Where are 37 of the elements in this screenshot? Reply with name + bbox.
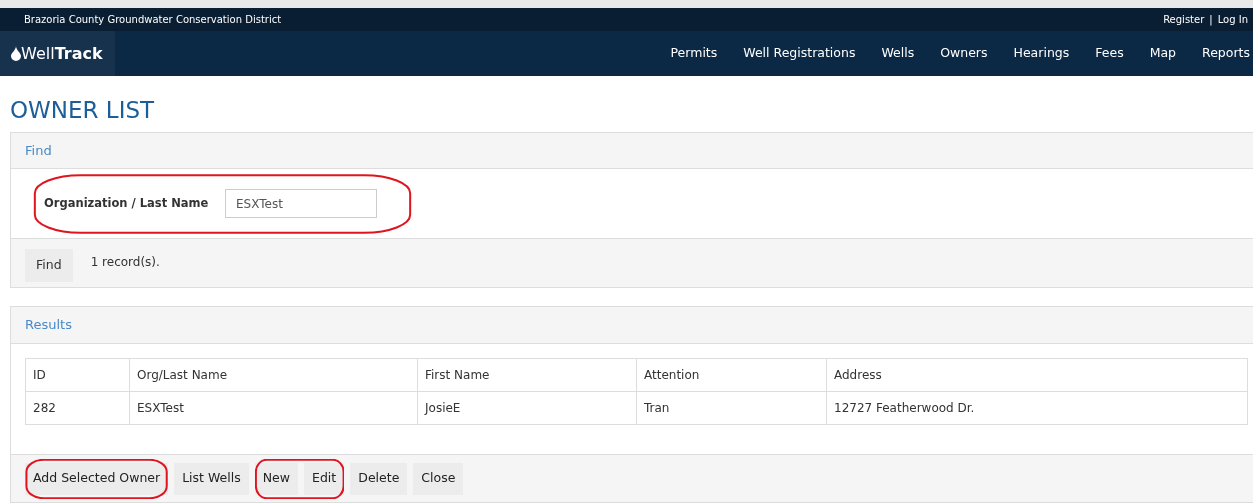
column-header: Attention — [636, 359, 826, 391]
table-cell: ESXTest — [129, 392, 417, 424]
page-title: OWNER LIST — [9, 96, 156, 125]
logo[interactable]: WellTrack — [0, 31, 115, 76]
register-link[interactable]: Register — [1163, 12, 1205, 27]
panel-title: Find — [25, 141, 52, 160]
nav-link[interactable]: Fees — [1095, 44, 1124, 63]
action-button[interactable]: Edit — [304, 462, 345, 495]
water-drop-icon — [11, 46, 21, 61]
nav-link[interactable]: Well Registrations — [743, 44, 856, 63]
action-button[interactable]: Add Selected Owner — [25, 462, 169, 495]
column-header: ID — [32, 367, 47, 384]
table-cell: 12727 Featherwood Dr. — [826, 392, 1247, 424]
organization-name: Brazoria County Groundwater Conservation District — [24, 13, 282, 27]
nav-link[interactable]: Owners — [940, 44, 988, 63]
column-header: Org/Last Name — [129, 359, 417, 391]
panel-title: Results — [25, 316, 72, 335]
field-label: Organization / Last Name — [44, 194, 210, 212]
login-link[interactable]: Log In — [1217, 12, 1248, 27]
column-header: First Name — [417, 359, 636, 391]
table-cell: JosieE — [417, 392, 636, 424]
input-field[interactable]: ESXTest — [225, 189, 377, 218]
column-header: Address — [826, 359, 1247, 391]
action-button[interactable]: Close — [413, 462, 464, 495]
action-button[interactable]: Delete — [350, 462, 408, 495]
nav-link[interactable]: Permits — [670, 44, 718, 63]
table-cell: Tran — [636, 392, 826, 424]
nav-link[interactable]: Hearings — [1013, 44, 1070, 63]
action-button[interactable]: New — [254, 462, 299, 495]
nav-link[interactable]: Wells — [881, 44, 915, 63]
find-button[interactable]: Find — [25, 248, 73, 282]
action-button[interactable]: List Wells — [174, 462, 249, 495]
record-count: 1 record(s). — [90, 253, 160, 271]
link-separator: | — [1209, 13, 1213, 27]
nav-link[interactable]: Map — [1149, 44, 1177, 63]
table-cell-text: 282 — [32, 400, 57, 417]
nav-link[interactable]: Reports — [1202, 44, 1250, 63]
